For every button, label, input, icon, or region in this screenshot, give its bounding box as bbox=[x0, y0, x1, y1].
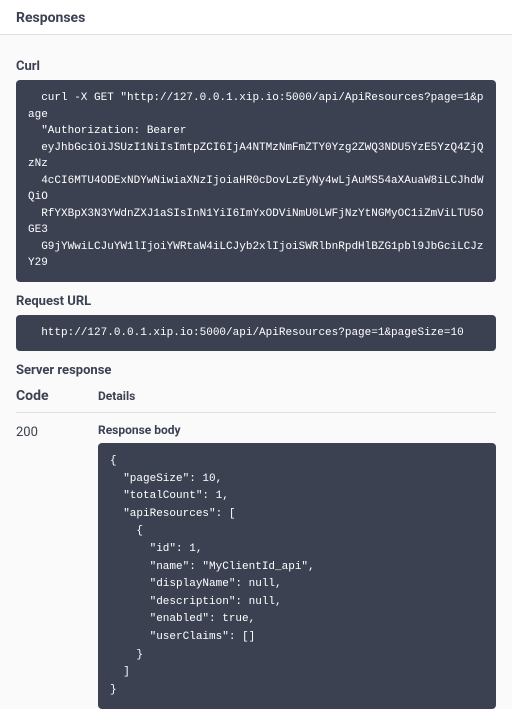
response-details-header: Details bbox=[98, 389, 135, 403]
response-code-value: 200 bbox=[16, 423, 98, 440]
request-url-label: Request URL bbox=[16, 294, 496, 309]
request-url-box[interactable]: http://127.0.0.1.xip.io:5000/api/ApiReso… bbox=[16, 315, 496, 352]
response-details-column: Response body { "pageSize": 10, "totalCo… bbox=[98, 423, 496, 709]
response-table-header: Code Details bbox=[16, 388, 496, 413]
curl-command-box[interactable]: curl -X GET "http://127.0.0.1.xip.io:500… bbox=[16, 80, 496, 282]
response-body-box[interactable]: { "pageSize": 10, "totalCount": 1, "apiR… bbox=[98, 443, 496, 709]
response-body-label: Response body bbox=[98, 423, 496, 437]
curl-label: Curl bbox=[16, 59, 496, 74]
response-row: 200 Response body { "pageSize": 10, "tot… bbox=[16, 423, 496, 709]
responses-content: Curl curl -X GET "http://127.0.0.1.xip.i… bbox=[0, 35, 512, 709]
server-response-label: Server response bbox=[16, 363, 496, 378]
responses-section-title: Responses bbox=[0, 0, 512, 35]
response-code-header: Code bbox=[16, 388, 98, 404]
